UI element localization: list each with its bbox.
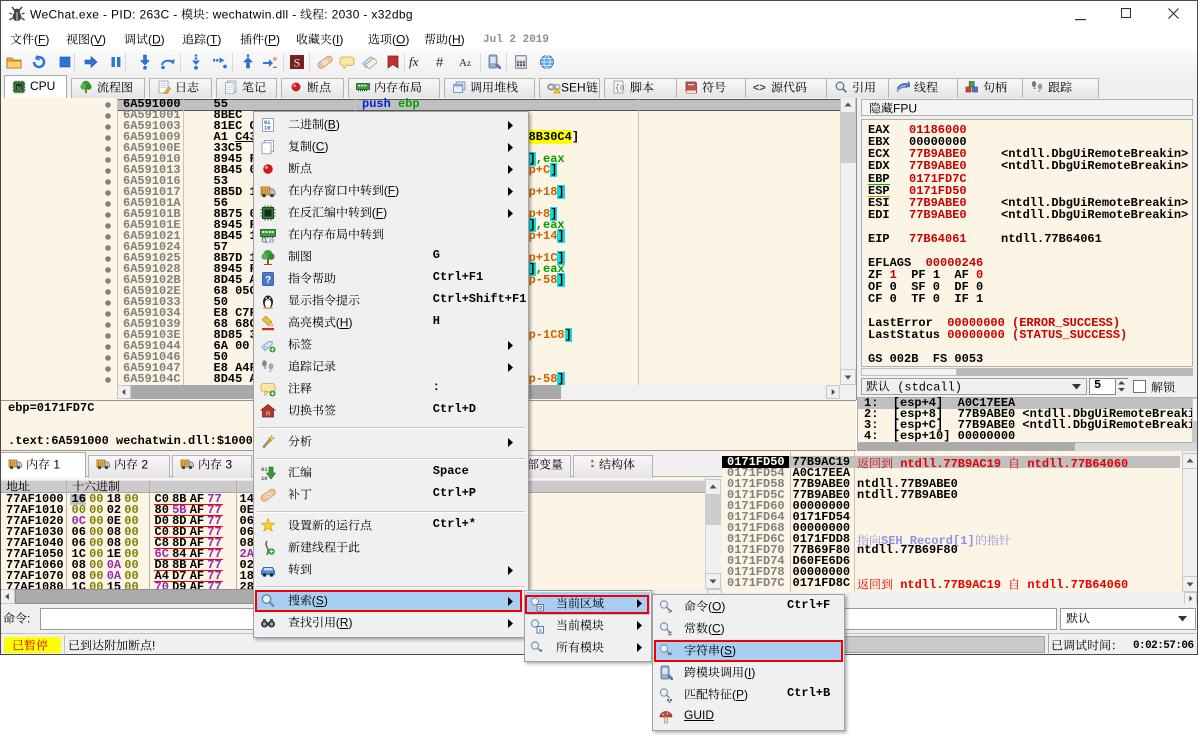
- svg-text:10: 10: [264, 125, 271, 132]
- svg-text:{o}: {o}: [615, 84, 626, 93]
- svg-text:<>: <>: [753, 82, 766, 94]
- svg-text:10: 10: [261, 475, 268, 481]
- svg-text:n: n: [266, 411, 270, 418]
- svg-text:*: *: [539, 648, 542, 656]
- svg-text:32: 32: [16, 86, 22, 91]
- svg-text:#: #: [436, 55, 444, 70]
- svg-text:S: S: [294, 56, 301, 70]
- svg-text:“: “: [668, 651, 673, 660]
- svg-text:z: z: [467, 58, 471, 68]
- svg-text:>: >: [668, 609, 672, 616]
- svg-text:fx: fx: [409, 54, 419, 69]
- svg-text:#: #: [668, 631, 672, 637]
- svg-text:x: x: [539, 628, 542, 634]
- svg-text:?: ?: [265, 275, 271, 286]
- svg-text:01: 01: [261, 466, 268, 473]
- svg-text:@: @: [268, 239, 274, 243]
- svg-text:A: A: [459, 57, 467, 69]
